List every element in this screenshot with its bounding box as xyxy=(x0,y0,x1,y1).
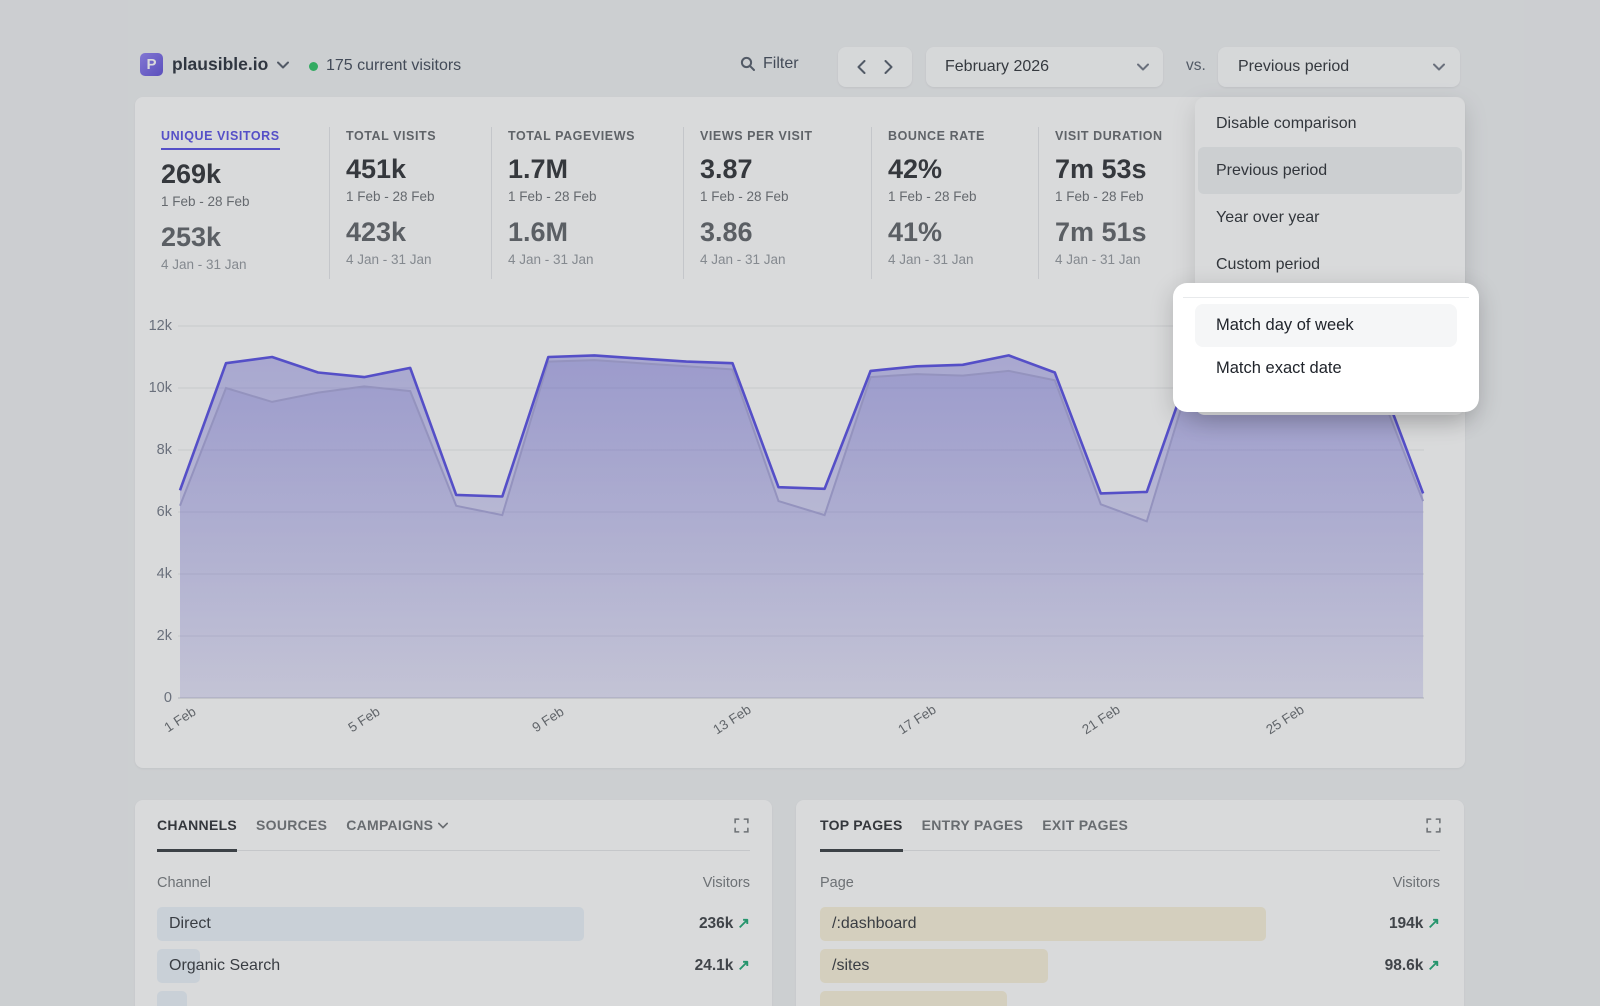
divider xyxy=(1183,297,1469,298)
menu-item-match-exact-date[interactable]: Match exact date xyxy=(1195,347,1457,390)
match-mode-spotlight: Match day of week Match exact date xyxy=(1173,283,1479,412)
menu-item-match-day-of-week[interactable]: Match day of week xyxy=(1195,304,1457,347)
dim-overlay xyxy=(0,0,1600,1006)
